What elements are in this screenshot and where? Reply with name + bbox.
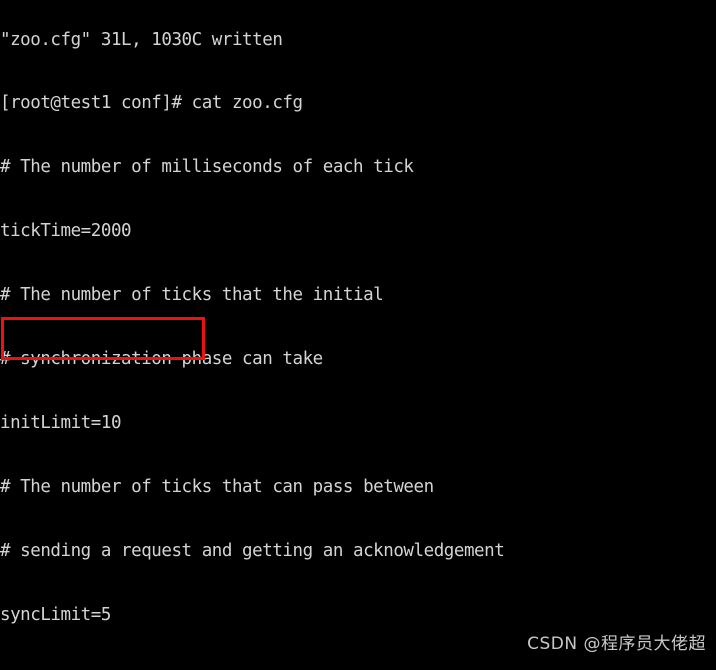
terminal-line: # synchronization phase can take [0,349,323,370]
terminal-line: # sending a request and getting an ackno… [0,540,505,561]
terminal-line: # The number of ticks that can pass betw… [0,476,434,497]
terminal-line: # The number of milliseconds of each tic… [0,157,414,178]
terminal-line: tickTime=2000 [0,221,132,242]
terminal-window[interactable]: "zoo.cfg" 31L, 1030C written [root@test1… [0,0,716,670]
terminal-line: "zoo.cfg" 31L, 1030C written [0,29,283,50]
terminal-line: # The number of ticks that the initial [0,285,384,306]
terminal-line: syncLimit=5 [0,604,111,625]
csdn-watermark: CSDN @程序员大佬超 [527,634,706,654]
terminal-output[interactable]: "zoo.cfg" 31L, 1030C written [root@test1… [0,0,716,670]
terminal-line: initLimit=10 [0,412,122,433]
terminal-line-command: [root@test1 conf]# cat zoo.cfg [0,93,303,114]
